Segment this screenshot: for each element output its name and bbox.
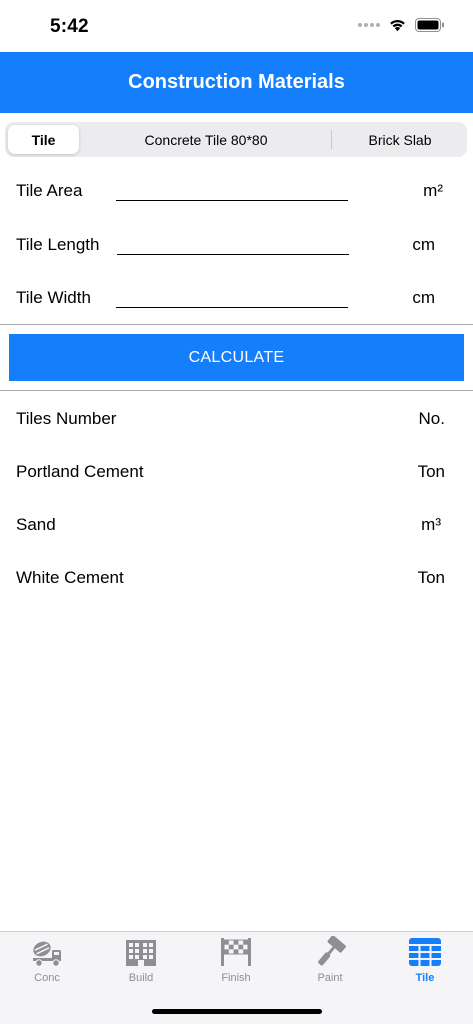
tab-tile[interactable]: Tile: [378, 936, 472, 992]
tab-tile-label: Tile: [415, 972, 435, 984]
tab-finish-label: Finish: [221, 972, 251, 984]
tiles-number-label: Tiles Number: [16, 409, 117, 428]
tile-area-unit: m²: [423, 181, 443, 200]
portland-cement-label: Portland Cement: [16, 462, 144, 481]
home-indicator: [152, 1009, 322, 1014]
result-row-tiles-number: Tiles Number No.: [0, 407, 473, 433]
page-title: Construction Materials: [128, 71, 345, 93]
separator-top: [0, 324, 473, 325]
tile-area-label: Tile Area: [16, 181, 83, 200]
tile-width-input[interactable]: [116, 284, 348, 308]
tile-area-input[interactable]: [116, 177, 348, 201]
tab-build-label: Build: [128, 972, 154, 984]
portland-cement-unit: Ton: [417, 462, 445, 481]
status-time: 5:42: [50, 16, 89, 37]
tile-length-input[interactable]: [117, 231, 349, 255]
tab-conc[interactable]: Conc: [0, 936, 94, 992]
segment-brick-slab[interactable]: Brick Slab: [333, 122, 467, 157]
tile-width-unit: cm: [412, 288, 435, 307]
paint-roller-icon: [313, 936, 347, 968]
tab-build[interactable]: Build: [94, 936, 188, 992]
material-type-segmented-control: Tile Concrete Tile 80*80 Brick Slab: [5, 122, 467, 157]
result-row-portland-cement: Portland Cement Ton: [0, 460, 473, 486]
tile-icon: [408, 936, 442, 968]
result-row-white-cement: White Cement Ton: [0, 566, 473, 592]
tile-length-row: Tile Length cm: [0, 231, 473, 273]
tile-length-label: Tile Length: [16, 235, 100, 254]
building-icon: [124, 936, 158, 968]
status-bar: 5:42: [0, 0, 473, 52]
tab-conc-label: Conc: [34, 972, 60, 984]
tab-paint-label: Paint: [317, 972, 343, 984]
tile-length-unit: cm: [412, 235, 435, 254]
segment-divider: [331, 130, 332, 149]
cellular-signal-icon: [358, 23, 380, 27]
tab-finish[interactable]: Finish: [189, 936, 283, 992]
battery-icon: [415, 18, 444, 32]
concrete-mixer-icon: [30, 936, 64, 968]
separator-bottom: [0, 390, 473, 391]
sand-label: Sand: [16, 515, 56, 534]
white-cement-label: White Cement: [16, 568, 124, 587]
sand-unit: m³: [421, 515, 441, 534]
calculate-button[interactable]: CALCULATE: [9, 334, 464, 381]
tile-area-row: Tile Area m²: [0, 177, 473, 219]
tab-paint[interactable]: Paint: [283, 936, 377, 992]
status-icons: [358, 18, 445, 32]
tile-width-row: Tile Width cm: [0, 284, 473, 326]
navigation-bar: Construction Materials: [0, 52, 473, 113]
result-row-sand: Sand m³: [0, 513, 473, 539]
segment-tile[interactable]: Tile: [8, 125, 79, 154]
tile-width-label: Tile Width: [16, 288, 91, 307]
tiles-number-unit: No.: [418, 409, 445, 428]
segment-concrete-tile[interactable]: Concrete Tile 80*80: [83, 122, 329, 157]
checkered-flag-icon: [219, 936, 253, 968]
white-cement-unit: Ton: [417, 568, 445, 587]
wifi-icon: [390, 19, 405, 32]
